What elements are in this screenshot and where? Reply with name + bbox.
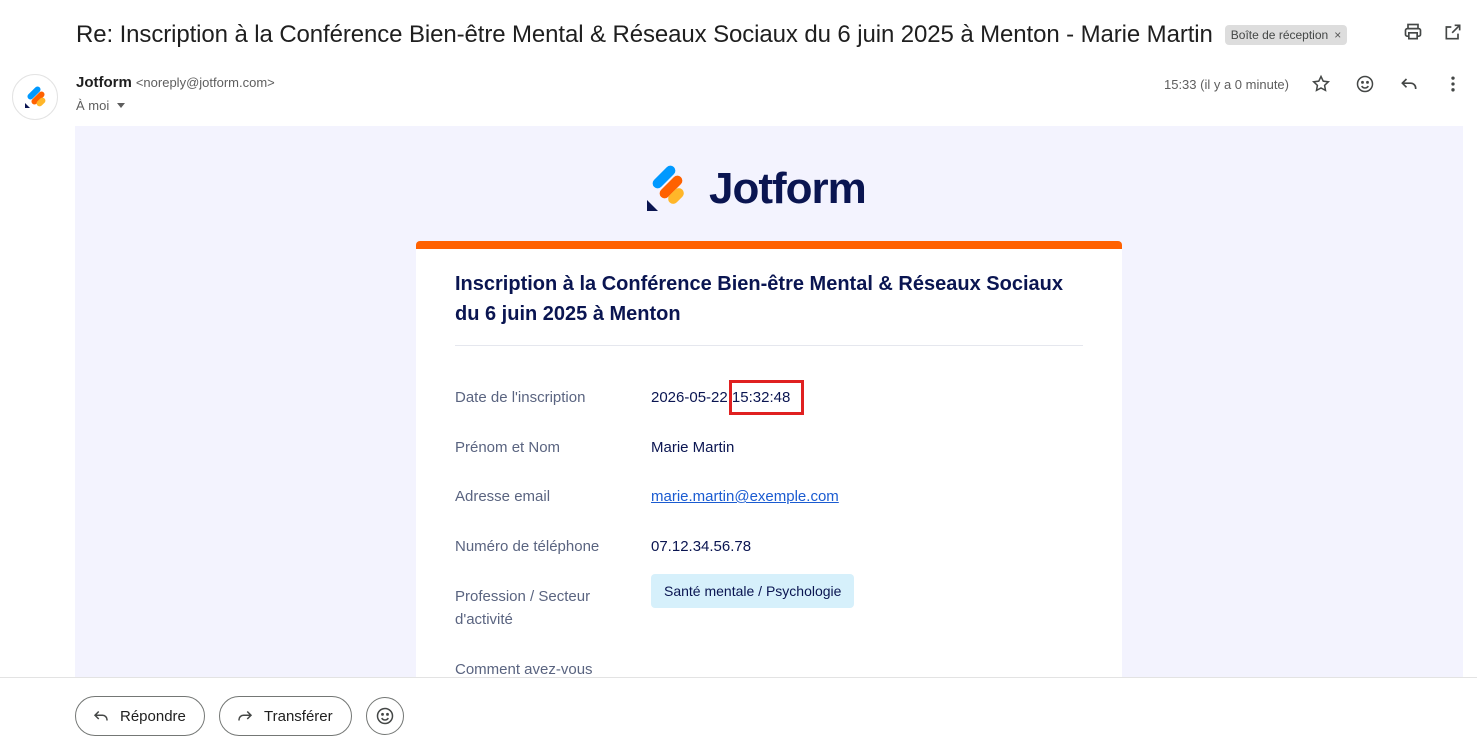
message-time: 15:33 (il y a 0 minute) [1163,76,1289,92]
highlight-box [729,380,804,415]
date-value: 2026-05-22 [651,389,728,406]
jotform-avatar-icon [25,86,46,108]
profession-tag: Santé mentale / Psychologie [651,574,855,608]
email-body: Jotform Inscription à la Conférence Bien… [75,126,1463,677]
form-title: Inscription à la Conférence Bien-être Me… [455,273,1063,325]
subject-bar: Re: Inscription à la Conférence Bien-êtr… [76,18,1348,52]
field-value: Santé mentale / Psychologie [651,574,855,631]
reply-button[interactable]: Répondre [75,696,205,736]
emoji-icon [376,707,394,725]
sender-avatar[interactable] [12,74,58,120]
field-row-date: Date de l'inscription 2026-05-22 15:32:4… [455,380,1083,415]
field-row-email: Adresse email marie.martin@exemple.com [455,485,1083,508]
field-value-date: 2026-05-22 15:32:48 [651,380,804,415]
forward-label: Transférer [264,707,333,725]
emoji-reaction-icon[interactable] [1355,74,1375,94]
jotform-logo-icon [647,165,684,211]
recipient-text: À moi [76,98,110,113]
reply-icon [93,710,108,721]
forward-button[interactable]: Transférer [219,696,352,736]
remove-label-icon[interactable]: × [1334,28,1341,42]
field-value: marie.martin@exemple.com [651,485,839,508]
top-actions [1403,22,1463,42]
field-row-profession: Profession / Secteur d'activité Santé me… [455,574,1083,631]
field-label: Prénom et Nom [455,439,561,456]
more-options-icon[interactable] [1443,74,1463,94]
submission-card: Inscription à la Conférence Bien-être Me… [416,241,1122,677]
field-label: Comment avez-vous [455,661,593,677]
reply-label: Répondre [120,707,186,725]
inbox-label-text: Boîte de réception [1230,28,1329,42]
field-label: Adresse email [455,488,551,505]
field-row-phone: Numéro de téléphone 07.12.34.56.78 [455,535,1083,558]
email-link[interactable]: marie.martin@exemple.com [651,488,839,505]
reply-icon[interactable] [1399,74,1419,94]
open-in-new-window-icon[interactable] [1443,22,1463,42]
recipient-details-toggle[interactable]: À moi [76,98,275,113]
bottom-action-bar: Répondre Transférer [0,677,1477,746]
field-value: Marie Martin [651,439,735,456]
field-label: Numéro de téléphone [455,538,600,555]
field-label: Date de l'inscription [455,389,586,406]
field-row-source: Comment avez-vous [455,658,1083,677]
field-label: Profession / Secteur d'activité [455,588,591,628]
field-value: 07.12.34.56.78 [651,538,752,555]
jotform-logo[interactable]: Jotform [645,164,867,214]
inbox-label-chip[interactable]: Boîte de réception × [1224,25,1348,45]
forward-icon [238,710,253,721]
field-row-name: Prénom et Nom Marie Martin [455,436,1083,459]
chevron-down-icon [117,103,126,108]
emoji-reply-button[interactable] [366,697,404,735]
sender-email: <noreply@jotform.com> [135,75,275,90]
star-icon[interactable] [1311,74,1331,94]
message-meta: 15:33 (il y a 0 minute) [1164,74,1463,94]
email-subject: Re: Inscription à la Conférence Bien-êtr… [76,21,1213,48]
print-icon[interactable] [1403,22,1423,42]
sender-name[interactable]: Jotform [76,74,132,91]
divider [455,345,1083,346]
jotform-wordmark: Jotform [709,164,867,213]
sender-row: Jotform <noreply@jotform.com> À moi 15:33… [12,72,1463,120]
sender-info: Jotform <noreply@jotform.com> À moi [76,74,275,113]
